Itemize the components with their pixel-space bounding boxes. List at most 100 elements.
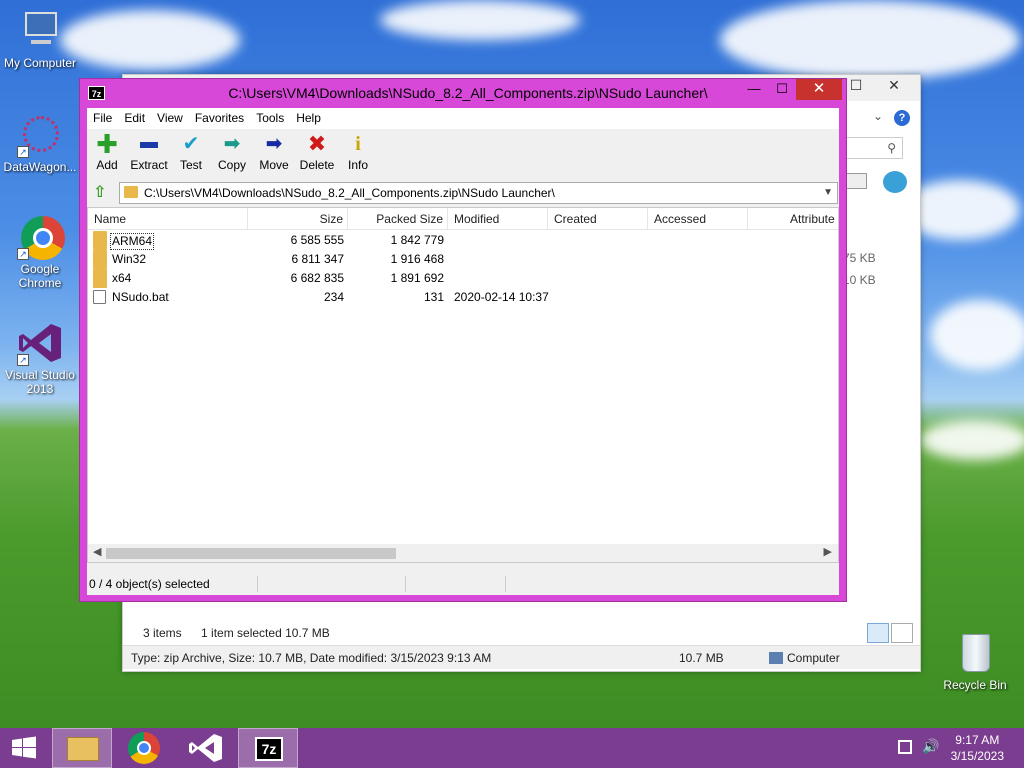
minus-icon <box>137 132 161 156</box>
desktop-icon-chrome[interactable]: ↗ Google Chrome <box>0 214 80 290</box>
toolbar-label: Extract <box>130 158 168 172</box>
item-size: 6 682 835 <box>290 271 344 285</box>
search-icon[interactable]: ⚲ <box>843 137 903 159</box>
cloud <box>720 0 1020 80</box>
batch-file-icon <box>93 290 106 304</box>
add-button[interactable]: ✚ Add <box>91 129 123 172</box>
volume-icon[interactable]: 🔊 <box>922 738 939 755</box>
info-button[interactable]: i Info <box>343 132 373 172</box>
windows-start-icon[interactable] <box>0 728 48 768</box>
toolbar-label: Add <box>96 158 118 172</box>
address-bar: ⇧ C:\Users\VM4\Downloads\NSudo_8.2_All_C… <box>87 180 839 206</box>
item-packed-size: 1 916 468 <box>390 252 444 266</box>
desktop-icon-label: Visual Studio 2013 <box>5 368 75 396</box>
move-button[interactable]: ➡ Move <box>257 132 291 172</box>
cloud <box>930 300 1024 370</box>
item-size: 234 <box>323 290 344 304</box>
details-view-icon[interactable] <box>867 623 889 643</box>
path-combobox[interactable]: C:\Users\VM4\Downloads\NSudo_8.2_All_Com… <box>119 182 838 204</box>
toolbar-label: Move <box>259 158 289 172</box>
7zip-icon[interactable]: 7z <box>238 728 298 768</box>
folder-icon <box>93 231 107 250</box>
folder-icon <box>124 186 138 198</box>
column-size[interactable]: Size <box>248 208 348 230</box>
close-icon[interactable]: ✕ <box>879 77 909 97</box>
column-accessed[interactable]: Accessed <box>648 208 748 230</box>
menu-favorites[interactable]: Favorites <box>189 108 250 129</box>
chevron-down-icon[interactable]: ⌄ <box>873 109 883 123</box>
menu-edit[interactable]: Edit <box>118 108 151 129</box>
column-attributes[interactable]: Attribute <box>748 208 838 230</box>
item-size: 6 585 555 <box>290 233 344 247</box>
up-folder-icon[interactable]: ⇧ <box>93 184 111 202</box>
status-bar: 0 / 4 object(s) selected <box>87 574 839 594</box>
toolbar-label: Test <box>179 158 202 172</box>
column-created[interactable]: Created <box>548 208 648 230</box>
details-location: Computer <box>787 651 840 665</box>
help-icon[interactable]: ? <box>894 110 910 126</box>
x-icon: ✖ <box>307 131 327 156</box>
menu-bar: File Edit View Favorites Tools Help <box>87 108 839 129</box>
file-explorer-icon[interactable] <box>52 728 112 768</box>
list-item[interactable]: NSudo.bat 234 131 2020-02-14 10:37 <box>88 288 838 307</box>
copy-button[interactable]: ➡ Copy <box>215 132 249 172</box>
taskbar: 7z 🔊 9:17 AM 3/15/2023 <box>0 728 1024 768</box>
list-item[interactable]: ARM64 6 585 555 1 842 779 <box>88 231 838 250</box>
desktop-icon-datawagon[interactable]: ↗ DataWagon... <box>0 112 80 174</box>
chevron-down-icon[interactable]: ▼ <box>823 183 833 203</box>
file-size: 10 KB <box>843 273 876 287</box>
file-list[interactable]: Name Size Packed Size Modified Created A… <box>87 207 839 563</box>
desktop-icon-label: Google Chrome <box>18 262 62 290</box>
menu-view[interactable]: View <box>151 108 189 129</box>
computer-icon <box>769 652 783 664</box>
visual-studio-icon[interactable] <box>176 728 236 768</box>
item-name: x64 <box>112 271 132 285</box>
desktop-icon-recycle-bin[interactable]: Recycle Bin <box>935 630 1015 692</box>
chrome-icon[interactable] <box>114 728 174 768</box>
column-modified[interactable]: Modified <box>448 208 548 230</box>
item-size: 6 811 347 <box>291 252 345 266</box>
desktop-icon-label: DataWagon... <box>3 160 77 174</box>
column-packed-size[interactable]: Packed Size <box>348 208 448 230</box>
maximize-icon[interactable]: ☐ <box>768 79 796 100</box>
extract-button[interactable]: Extract <box>129 132 169 172</box>
7zip-window[interactable]: 7z C:\Users\VM4\Downloads\NSudo_8.2_All_… <box>79 78 847 602</box>
path-text: C:\Users\VM4\Downloads\NSudo_8.2_All_Com… <box>144 186 555 200</box>
details-size: 10.7 MB <box>679 651 724 665</box>
toolbar-label: Delete <box>299 158 335 172</box>
info-icon: i <box>355 133 361 155</box>
7zip-titlebar: 7z C:\Users\VM4\Downloads\NSudo_8.2_All_… <box>80 79 846 108</box>
clock[interactable]: 9:17 AM 3/15/2023 <box>951 732 1004 764</box>
toolbar-label: Info <box>347 158 368 172</box>
network-icon[interactable] <box>898 740 912 754</box>
chrome-icon: ↗ <box>17 214 65 260</box>
list-item[interactable]: x64 6 682 835 1 891 692 <box>88 269 838 288</box>
scroll-left-icon[interactable]: ◀ <box>93 545 101 558</box>
delete-button[interactable]: ✖ Delete <box>299 131 335 173</box>
large-icons-view-icon[interactable] <box>891 623 913 643</box>
horizontal-scrollbar[interactable]: ◀ ▶ <box>88 544 838 562</box>
close-button[interactable]: ✕ <box>796 79 842 100</box>
column-name[interactable]: Name <box>88 208 248 230</box>
scroll-right-icon[interactable]: ▶ <box>824 545 832 558</box>
desktop-icon-visual-studio[interactable]: ↗ Visual Studio 2013 <box>0 320 80 396</box>
menu-file[interactable]: File <box>87 108 118 129</box>
minimize-icon[interactable]: — <box>740 79 768 100</box>
menu-tools[interactable]: Tools <box>250 108 290 129</box>
toolbar: ✚ Add Extract ✔ Test ➡ Copy ➡ Move ✖ Del… <box>87 129 839 179</box>
preview-pane-icon[interactable] <box>845 173 867 189</box>
desktop-icon-my-computer[interactable]: My Computer <box>0 8 80 70</box>
test-button[interactable]: ✔ Test <box>175 132 207 172</box>
item-name: ARM64 <box>110 233 155 250</box>
plus-icon: ✚ <box>96 129 118 159</box>
items-count: 3 items <box>143 626 182 640</box>
list-item[interactable]: Win32 6 811 347 1 916 468 <box>88 250 838 269</box>
item-name: NSudo.bat <box>112 290 169 304</box>
explorer-status: 3 items 1 item selected 10.7 MB <box>123 621 920 645</box>
shell-icon <box>883 171 907 193</box>
item-packed-size: 1 842 779 <box>390 233 444 247</box>
scroll-thumb[interactable] <box>106 548 396 559</box>
explorer-details-bar: Type: zip Archive, Size: 10.7 MB, Date m… <box>123 645 920 669</box>
menu-help[interactable]: Help <box>290 108 327 129</box>
recycle-bin-icon <box>952 630 998 676</box>
